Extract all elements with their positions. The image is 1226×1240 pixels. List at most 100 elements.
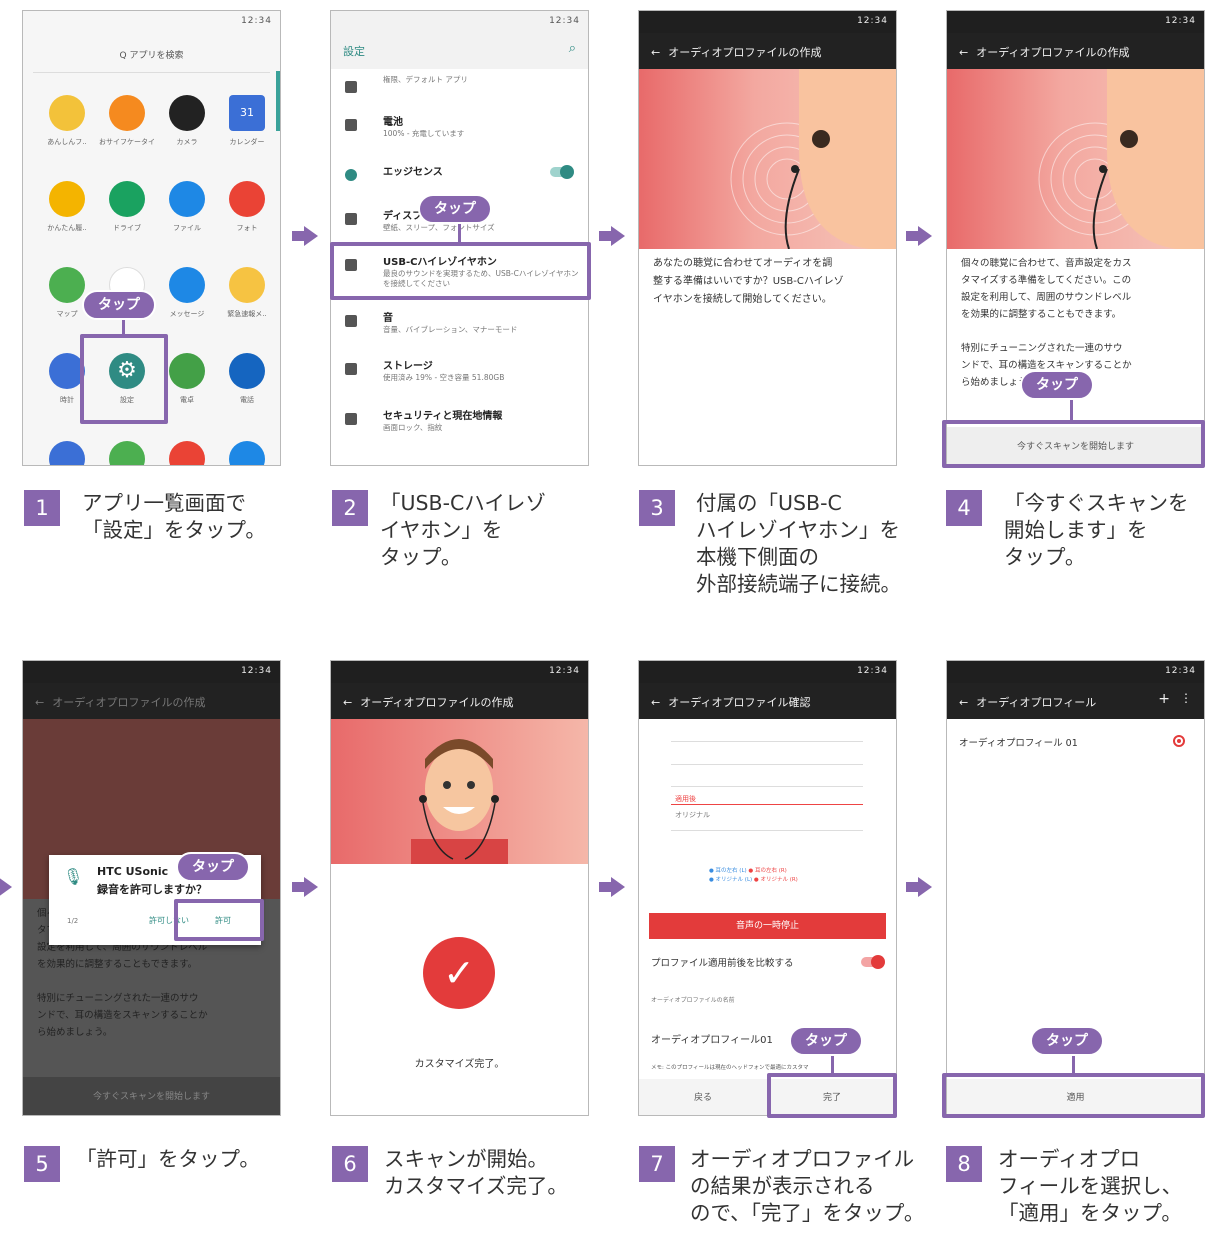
- kantan-app-icon[interactable]: [49, 181, 85, 217]
- original-label: オリジナル: [675, 811, 710, 819]
- step-number-5: 5: [24, 1146, 60, 1182]
- app-label: カメラ: [176, 138, 198, 146]
- tap-highlight-start-scan: [942, 420, 1205, 468]
- back-arrow-icon[interactable]: ←: [651, 696, 660, 709]
- scroll-indicator[interactable]: [276, 71, 280, 131]
- photos-app-icon[interactable]: [229, 181, 265, 217]
- app-label: カレンダー: [229, 138, 265, 146]
- settings-row-icon: [345, 119, 357, 131]
- step-number-8: 8: [946, 1146, 982, 1182]
- app-search-bar[interactable]: Q アプリを検索: [33, 39, 270, 73]
- back-arrow-icon[interactable]: ←: [343, 696, 352, 709]
- tap-badge: タップ: [1020, 370, 1094, 400]
- step-caption-8: オーディオプロ フィールを選択し、 「適用」をタップ。: [998, 1147, 1183, 1225]
- profile-list-item[interactable]: オーディオプロフィール 01: [959, 735, 1078, 749]
- osaifu-app-icon[interactable]: [109, 95, 145, 131]
- app-bar: ← オーディオプロファイルの作成: [947, 33, 1204, 69]
- tap-badge: タップ: [1030, 1026, 1104, 1056]
- settings-row-subtitle: 100% - 充電しています: [383, 129, 465, 138]
- face-with-earphones-illustration: [331, 719, 588, 864]
- app-icon-partial[interactable]: [229, 441, 265, 465]
- back-arrow-icon[interactable]: ←: [651, 46, 660, 59]
- status-bar: 12:34: [639, 661, 896, 683]
- profile-name-field[interactable]: オーディオプロフィール01: [651, 1031, 773, 1046]
- step-caption-6: スキャンが開始。 カスタマイズ完了。: [384, 1147, 568, 1198]
- tap-highlight-apply: [942, 1073, 1205, 1118]
- maps-app-icon[interactable]: [49, 267, 85, 303]
- customize-complete-text: カスタマイズ完了。: [414, 1059, 505, 1070]
- edge-sense-toggle[interactable]: [550, 165, 574, 179]
- dialog-app-name: HTC USonic: [97, 865, 169, 878]
- status-bar: 12:34: [331, 661, 588, 683]
- settings-row[interactable]: 電池 100% - 充電しています: [331, 105, 588, 153]
- calculator-app-icon[interactable]: [169, 353, 205, 389]
- settings-row[interactable]: セキュリティと現在地情報 画面ロック、指紋: [331, 399, 588, 447]
- step-caption-3: 付属の「USB-C ハイレゾイヤホン」を 本機下側面の 外部接続端子に接続。: [696, 491, 901, 596]
- app-icon-partial[interactable]: [49, 441, 85, 465]
- step-number-7: 7: [639, 1146, 675, 1182]
- tap-pointer-line: [1070, 400, 1073, 422]
- back-arrow-icon[interactable]: ←: [959, 696, 968, 709]
- settings-row-icon: [345, 169, 357, 181]
- settings-row[interactable]: ストレージ 使用済み 19% - 空き容量 51.80GB: [331, 349, 588, 397]
- tap-pointer-line: [458, 224, 461, 244]
- tap-pointer-line: [831, 1055, 834, 1075]
- phone-app-icon[interactable]: [229, 353, 265, 389]
- app-bar-title: オーディオプロファイルの作成: [360, 696, 514, 709]
- step-arrow-4: [0, 877, 12, 897]
- status-bar: 12:34: [639, 11, 896, 33]
- settings-row-title: ストレージ: [383, 361, 433, 372]
- calendar-app-icon[interactable]: 31: [229, 95, 265, 131]
- app-icon-partial[interactable]: [109, 441, 145, 465]
- search-icon[interactable]: ⌕: [569, 41, 576, 56]
- phone-screen-6: 12:34 ← オーディオプロファイルの作成 ✓ カスタマイズ完了。: [330, 660, 589, 1116]
- app-label: かんたん履..: [47, 224, 87, 232]
- back-arrow-icon[interactable]: ←: [959, 46, 968, 59]
- step-number-2: 2: [332, 490, 368, 526]
- status-bar: 12:34: [947, 661, 1204, 683]
- app-icon-partial[interactable]: [169, 441, 205, 465]
- tap-highlight-usbc: [330, 242, 591, 300]
- step-caption-4: 「今すぐスキャンを 開始します」を タップ。: [1004, 491, 1189, 569]
- settings-title: 設定: [343, 45, 365, 58]
- settings-row-icon: [345, 363, 357, 375]
- settings-row-title: セキュリティと現在地情報: [383, 411, 503, 422]
- more-vert-icon[interactable]: ⋮: [1180, 691, 1192, 705]
- step-arrow-6: [599, 877, 625, 897]
- app-label: メッセージ: [169, 310, 205, 318]
- add-icon[interactable]: +: [1158, 691, 1170, 707]
- camera-app-icon[interactable]: [169, 95, 205, 131]
- app-bar: ← オーディオプロファイルの作成: [331, 683, 588, 719]
- phone-screen-3: 12:34 ← オーディオプロファイルの作成 あなたの聴覚に合わせてオーディオを調…: [638, 10, 897, 466]
- files-app-icon[interactable]: [169, 181, 205, 217]
- step-caption-2: 「USB-Cハイレゾ イヤホン」を タップ。: [380, 491, 546, 569]
- compare-toggle[interactable]: [861, 955, 885, 969]
- tap-badge: タップ: [789, 1026, 863, 1056]
- app-label: 緊急速報メ..: [227, 310, 267, 318]
- step-arrow-3: [906, 226, 932, 246]
- step-number-4: 4: [946, 490, 982, 526]
- tap-highlight-done: [767, 1073, 897, 1118]
- settings-header: 設定 ⌕: [331, 33, 588, 69]
- app-bar: ← オーディオプロファイルの作成: [639, 33, 896, 69]
- settings-row-title: エッジセンス: [383, 167, 443, 178]
- settings-row-subtitle: 権限、デフォルト アプリ: [383, 75, 468, 84]
- app-label: フォト: [236, 224, 258, 232]
- messages-app-icon[interactable]: [169, 267, 205, 303]
- step-arrow-7: [906, 877, 932, 897]
- back-button[interactable]: 戻る: [639, 1079, 767, 1115]
- mic-icon: 🎙: [63, 867, 84, 886]
- drive-app-icon[interactable]: [109, 181, 145, 217]
- settings-row-subtitle: 画面ロック、指紋: [383, 423, 443, 432]
- pause-audio-button[interactable]: 音声の一時停止: [649, 913, 886, 939]
- app-bar: ← オーディオプロファイルの作成: [23, 683, 280, 719]
- tap-badge: タップ: [82, 290, 156, 320]
- app-bar: ← オーディオプロフィール + ⋮: [947, 683, 1204, 719]
- anshin-app-icon[interactable]: [49, 95, 85, 131]
- app-label: ファイル: [173, 224, 201, 232]
- settings-row[interactable]: 音音量、バイブレーション、マナーモード: [331, 301, 588, 349]
- radio-selected-icon[interactable]: [1173, 735, 1185, 747]
- tap-pointer-line: [122, 318, 125, 336]
- instruction-text: あなたの聴覚に合わせてオーディオを調 整する準備はいいですか？USB-Cハイレゾ…: [653, 258, 844, 305]
- emergency-app-icon[interactable]: [229, 267, 265, 303]
